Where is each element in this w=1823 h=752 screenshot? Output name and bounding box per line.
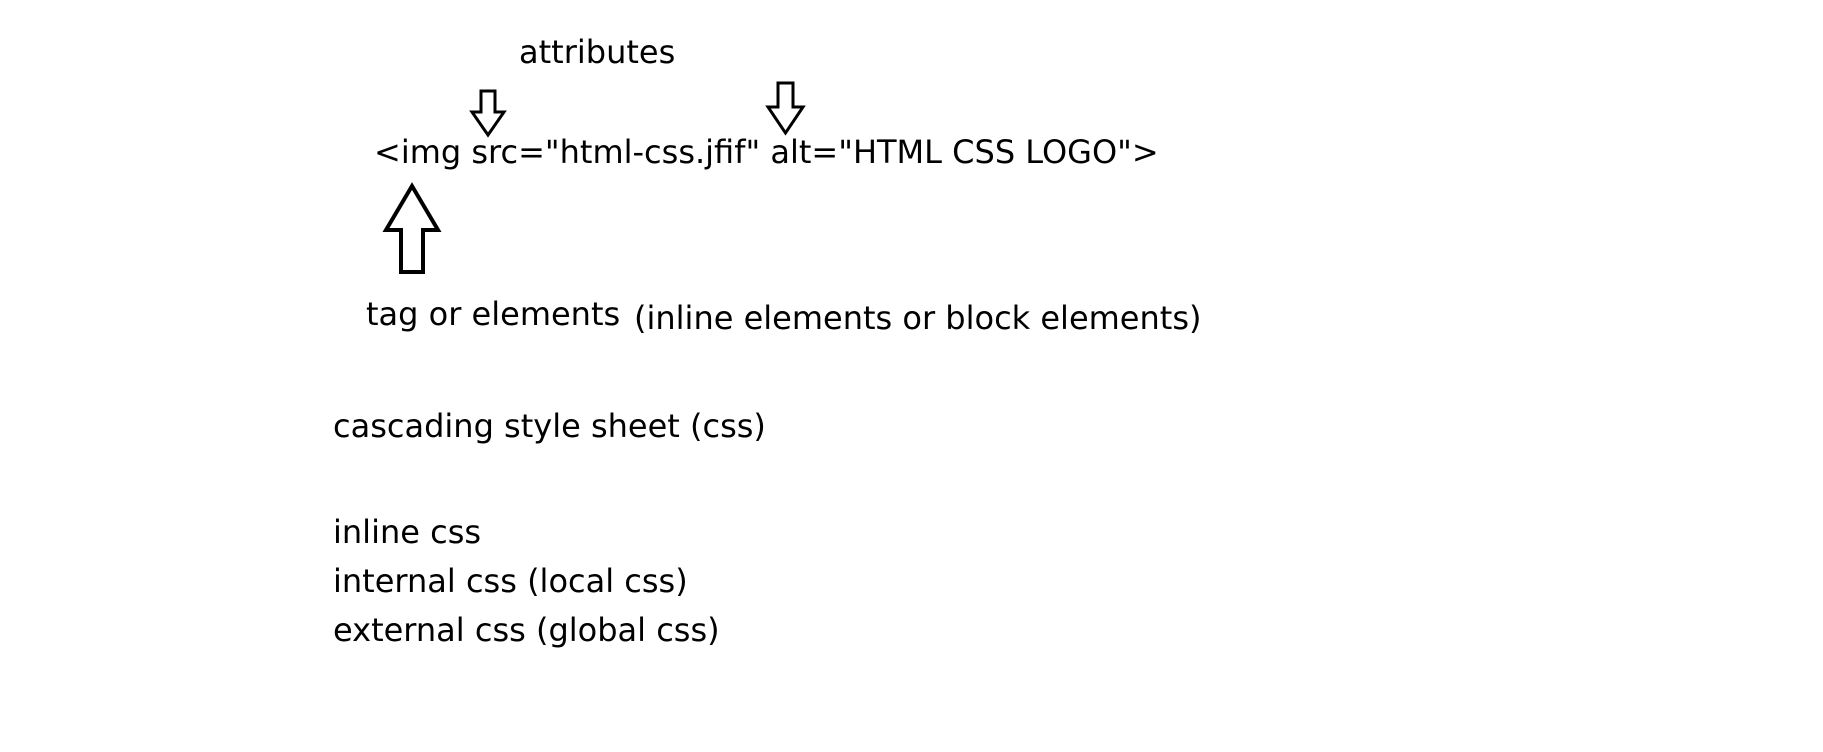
inline-or-block-label: (inline elements or block elements): [634, 299, 1202, 337]
img-tag-code-line: <img src="html-css.jfif" alt="HTML CSS L…: [374, 133, 1159, 171]
css-heading: cascading style sheet (css): [333, 407, 766, 445]
attributes-label: attributes: [519, 33, 676, 71]
attribute-src-down-arrow-icon: [469, 89, 507, 138]
css-type-item: internal css (local css): [333, 562, 688, 600]
attribute-alt-down-arrow-icon: [765, 81, 806, 136]
css-type-item: inline css: [333, 513, 482, 551]
diagram-canvas: { "labels": { "attributes": "attributes"…: [0, 0, 1823, 752]
css-types-list: inline css internal css (local css) exte…: [333, 508, 720, 655]
css-type-item: external css (global css): [333, 611, 720, 649]
tag-up-arrow-icon: [382, 182, 442, 274]
tag-or-elements-label: tag or elements: [366, 295, 621, 333]
